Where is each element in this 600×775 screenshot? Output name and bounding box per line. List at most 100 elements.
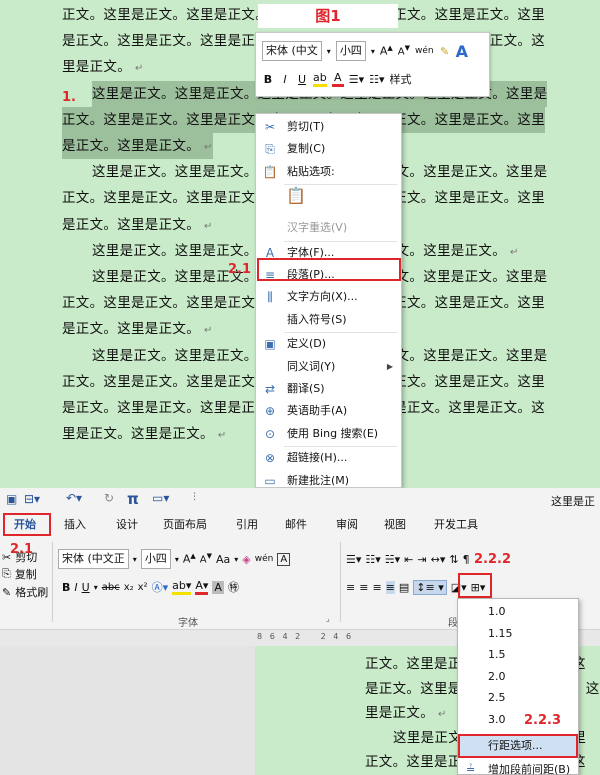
ribbon-tab[interactable]: 引用 (236, 514, 258, 536)
sort-icon[interactable]: ⇅ (449, 553, 458, 566)
underline-button[interactable]: U (296, 73, 308, 86)
change-case-button[interactable]: Aa (216, 553, 230, 566)
context-menu-item[interactable]: 同义词(Y) ▶ (256, 356, 401, 378)
ribbon-tab[interactable]: 插入 (64, 514, 86, 536)
context-menu-item[interactable]: ▣ 定义(D) (256, 333, 401, 355)
chevron-down-icon[interactable]: ▾ (94, 583, 98, 592)
para-row-1: ☰▾ ☷▾ ☵▾ ⇤ ⇥ ↔▾ ⇅ ¶ (346, 548, 470, 570)
bullets-icon[interactable]: ☰▾ (349, 73, 364, 86)
context-menu-item[interactable]: 插入符号(S) (256, 309, 401, 331)
ribbon-font-size[interactable]: 小四 (140, 549, 171, 569)
font-size-combo[interactable]: 小四 (335, 41, 366, 61)
distributed-icon[interactable]: ▤ (399, 581, 409, 594)
justify-icon[interactable]: ≡ (385, 580, 395, 594)
decrease-indent-icon[interactable]: ⇤ (404, 553, 413, 566)
char-border-icon[interactable]: A (277, 552, 291, 566)
shrink-font-icon[interactable]: A▼ (200, 552, 212, 565)
context-menu-item[interactable]: ✂ 剪切(T) (256, 116, 401, 138)
add-space-before-item[interactable]: ≟ 增加段前间距(B) (458, 759, 578, 775)
ribbon-tab[interactable]: 视图 (384, 514, 406, 536)
ribbon-tab[interactable]: 页面布局 (163, 514, 207, 536)
figure-label: 图1 (258, 4, 398, 28)
bold-icon[interactable]: B (62, 581, 70, 594)
strikethrough-icon[interactable]: abc (102, 582, 120, 593)
paragraph-mark: ↵ (510, 246, 519, 258)
chevron-down-icon[interactable]: ▾ (371, 47, 375, 56)
equation-icon[interactable]: π (127, 490, 139, 508)
context-menu-item[interactable]: ⊗ 超链接(H)... (256, 447, 401, 469)
brush-icon: ✎ (2, 585, 12, 599)
menu-item-label: 英语助手(A) (287, 404, 348, 418)
align-center-icon[interactable]: ≡ (359, 581, 368, 594)
layout-icon[interactable]: ⊟▾ (24, 492, 40, 506)
font-color-icon[interactable]: A (331, 71, 344, 87)
italic-button[interactable]: I (279, 73, 291, 86)
save-icon[interactable]: ▣ (6, 492, 17, 506)
text-line-content: 里是正文。 (62, 59, 131, 76)
enclose-char-icon[interactable]: ㊕ (228, 579, 239, 595)
text-effects-icon[interactable]: A (456, 42, 468, 61)
bullets-icon[interactable]: ☰▾ (346, 553, 361, 566)
chevron-down-icon[interactable]: ▾ (234, 555, 238, 564)
ribbon-tab[interactable]: 设计 (116, 514, 138, 536)
context-menu-item[interactable]: ⫼ 文字方向(X)... (256, 286, 401, 308)
context-menu-item[interactable]: ⇄ 翻译(S) (256, 378, 401, 400)
shrink-font-button[interactable]: A▼ (398, 44, 410, 57)
paste-keep-format-button[interactable]: 📋 (256, 185, 401, 215)
multilevel-list-icon[interactable]: ☵▾ (385, 553, 400, 566)
chevron-down-icon[interactable]: ▾ (327, 47, 331, 56)
superscript-icon[interactable]: x² (138, 582, 148, 593)
grow-font-button[interactable]: A▲ (380, 44, 393, 58)
line-spacing-option[interactable]: 1.15 (458, 623, 578, 645)
context-menu-item[interactable]: ⎘ 复制(C) (256, 138, 401, 160)
line-spacing-option[interactable]: 2.0 (458, 666, 578, 688)
align-right-icon[interactable]: ≡ (372, 581, 381, 594)
font-name-combo[interactable]: 宋体 (中文 (262, 41, 322, 61)
dialog-launcher-icon[interactable]: ⌟ (326, 614, 330, 623)
text-line: 是正文。这里是正文。 ↵ (62, 133, 213, 159)
line-spacing-option[interactable]: 2.5 (458, 687, 578, 709)
numbering-icon[interactable]: ☷▾ (369, 73, 384, 86)
context-menu-item[interactable]: ▭ 新建批注(M) (256, 470, 401, 488)
styles-button[interactable]: 样式 (390, 71, 412, 87)
line-spacing-option[interactable]: 1.5 (458, 644, 578, 666)
align-left-icon[interactable]: ≡ (346, 581, 355, 594)
line-spacing-icon[interactable]: ↕≡ ▾ (413, 579, 447, 595)
format-painter-icon[interactable]: ✎ (439, 45, 451, 58)
clear-format-icon[interactable]: ◈ (242, 553, 250, 566)
text-line: 里是正文。这里是正文。 ↵ (62, 421, 227, 447)
numbering-icon[interactable]: ☷▾ (365, 553, 380, 566)
context-menu-item[interactable]: ⊙ 使用 Bing 搜索(E) (256, 423, 401, 445)
underline-icon[interactable]: U (82, 581, 90, 594)
chevron-down-icon[interactable]: ▾ (133, 555, 137, 564)
customize-qat-icon[interactable]: ⋮ (190, 492, 199, 502)
redo-icon[interactable]: ↻ (104, 491, 114, 505)
ribbon-tab[interactable]: 邮件 (285, 514, 307, 536)
context-menu-item[interactable]: ⊕ 英语助手(A) (256, 400, 401, 422)
highlight-color-icon[interactable]: ab▾ (172, 579, 192, 595)
phonetic-guide-button[interactable]: wén (415, 46, 434, 56)
line-spacing-option[interactable]: 1.0 (458, 601, 578, 623)
text-effect-icon[interactable]: Ⓐ▾ (152, 579, 169, 595)
chevron-down-icon[interactable]: ▾ (175, 555, 179, 564)
context-menu-item: 汉字重选(V) (256, 217, 401, 239)
undo-icon[interactable]: ↶▾ (66, 491, 82, 505)
grow-font-icon[interactable]: A▲ (183, 552, 196, 566)
phonetic-icon[interactable]: wén (255, 554, 274, 564)
highlight-icon[interactable]: ab (313, 71, 327, 87)
subscript-icon[interactable]: x₂ (124, 582, 134, 593)
increase-indent-icon[interactable]: ⇥ (417, 553, 426, 566)
context-menu-item[interactable]: 📋 粘贴选项: (256, 161, 401, 183)
ribbon-tab[interactable]: 开发工具 (434, 514, 478, 536)
ribbon-tab[interactable]: 审阅 (336, 514, 358, 536)
text-line: 是正文。这里是正文。 ↵ (62, 212, 213, 238)
ribbon-font-name[interactable]: 宋体 (中文正 (58, 549, 129, 569)
format-painter-button[interactable]: ✎ 格式刷 (2, 581, 48, 603)
show-marks-icon[interactable]: ¶ (463, 553, 470, 566)
font-color-icon[interactable]: A▾ (195, 579, 209, 595)
screen-icon[interactable]: ▭▾ (152, 491, 169, 505)
char-shading-icon[interactable]: A (212, 580, 224, 594)
italic-icon[interactable]: I (74, 581, 77, 594)
bold-button[interactable]: B (262, 73, 274, 86)
chinese-layout-icon[interactable]: ↔▾ (431, 553, 446, 566)
